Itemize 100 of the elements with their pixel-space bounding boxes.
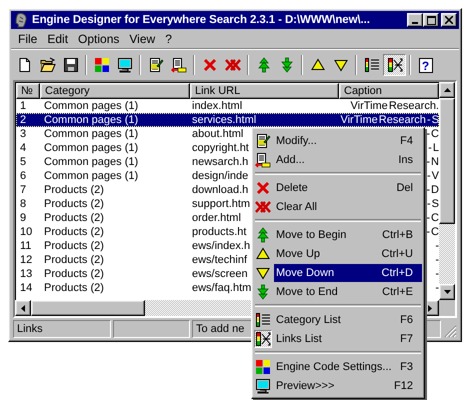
table-cell: ews/faq.htm	[192, 281, 252, 295]
scroll-thumb[interactable]	[439, 98, 455, 224]
table-cell: about.html	[192, 127, 244, 141]
table-cell: Products (2)	[44, 267, 104, 281]
menu-item[interactable]: Delete Del	[274, 178, 422, 196]
menu-item[interactable]: Edit	[42, 32, 74, 46]
table-cell: 3	[20, 127, 26, 141]
menu-item[interactable]: Options	[73, 32, 124, 46]
table-cell: 12	[20, 253, 32, 267]
scroll-down-button[interactable]	[439, 284, 455, 300]
up-triangle-icon	[310, 57, 326, 73]
scrollbar-corner	[439, 300, 455, 316]
menu-item[interactable]: View	[124, 32, 160, 46]
floppy-icon	[62, 57, 78, 73]
column-header[interactable]: №	[16, 83, 40, 99]
scroll-left-button[interactable]	[15, 300, 31, 316]
table-cell: - N	[426, 155, 439, 169]
table-cell: Common pages (1)	[44, 155, 138, 169]
vertical-scrollbar[interactable]	[439, 82, 455, 300]
table-cell: ews/screen	[192, 267, 248, 281]
table-cell: 4	[20, 141, 26, 155]
color-squares-icon	[94, 57, 110, 73]
minimize-button[interactable]	[407, 13, 423, 27]
close-icon	[445, 16, 453, 24]
down-arrow-icon	[444, 290, 450, 294]
table-cell: design/inde	[192, 169, 248, 183]
table-cell: - D	[426, 183, 439, 197]
double-up-arrow-icon	[256, 57, 272, 73]
status-panel: Links	[13, 320, 111, 338]
scroll-up-button[interactable]	[439, 82, 455, 98]
scroll-right-button[interactable]	[427, 300, 439, 316]
table-cell: download.h	[192, 183, 248, 197]
table-cell: products.ht	[192, 225, 246, 239]
left-arrow-icon	[21, 304, 25, 312]
menu-item[interactable]: Move to Begin Ctrl+B	[274, 226, 422, 244]
add-page-icon	[170, 57, 186, 73]
table-cell: ews/techinf	[192, 253, 248, 267]
table-cell: Products (2)	[44, 281, 104, 295]
table-cell: ews/index.h	[192, 239, 250, 253]
menu-item[interactable]: Clear All	[274, 198, 422, 216]
table-cell: Common pages (1)	[44, 141, 138, 155]
up-arrow-icon	[444, 88, 450, 92]
table-cell: 8	[20, 197, 26, 211]
table-cell: Products (2)	[44, 183, 104, 197]
double-cross-icon	[224, 57, 240, 73]
menu-item[interactable]: Engine Code Settings... F3	[274, 358, 422, 376]
table-cell: 2	[20, 113, 26, 127]
column-header[interactable]: Link URL	[190, 83, 339, 99]
maximize-button[interactable]	[423, 13, 439, 27]
window-title: Engine Designer for Everywhere Search 2.3.1 - D:\WWW\new\...	[32, 14, 371, 26]
menu-item[interactable]: Preview>>> F12	[274, 376, 422, 394]
table-cell: order.html	[192, 211, 241, 225]
help-icon: ?	[418, 58, 432, 72]
close-button[interactable]	[441, 13, 457, 27]
table-cell: 6	[20, 169, 26, 183]
monitor-icon	[116, 57, 132, 73]
column-header[interactable]: Category	[40, 83, 190, 99]
table-cell: 10	[20, 225, 32, 239]
table-cell: -	[435, 239, 439, 253]
table-cell: Common pages (1)	[44, 99, 138, 113]
menu-item[interactable]: Move Down Ctrl+D	[274, 264, 422, 282]
table-cell: - V	[426, 169, 439, 183]
table-cell: newsarch.h	[192, 155, 248, 169]
table-cell: Common pages (1)	[44, 169, 138, 183]
menu-item[interactable]: Modify... F4	[274, 132, 422, 150]
links-list-button[interactable]	[383, 54, 406, 76]
menu-item[interactable]: Move Up Ctrl+U	[274, 244, 422, 262]
scroll-thumb[interactable]	[31, 300, 145, 316]
table-cell: Products (2)	[44, 225, 104, 239]
table-cell: 11	[20, 239, 32, 253]
menu-item[interactable]: ?	[160, 32, 177, 46]
menu-item[interactable]: Move to End Ctrl+E	[274, 282, 422, 300]
table-cell: Common pages (1)	[44, 113, 138, 127]
table-cell: - S	[426, 197, 439, 211]
table-cell: Products (2)	[44, 211, 104, 225]
links-icon	[386, 57, 402, 73]
table-cell: -	[435, 253, 439, 267]
cross-icon	[202, 57, 218, 73]
selected-row[interactable]: 2 Common pages (1) services.html VirTime Research - S	[16, 113, 439, 127]
right-arrow-icon	[428, 304, 432, 312]
table-cell: - C	[426, 127, 439, 141]
table-cell: -	[435, 267, 439, 281]
table-cell: 5	[20, 155, 26, 169]
edit-page-icon	[148, 57, 164, 73]
table-cell: VirTime Research.	[350, 99, 439, 113]
menu-item[interactable]: File	[13, 32, 42, 46]
table-cell: Products (2)	[44, 253, 104, 267]
table-cell: index.html	[192, 99, 242, 113]
menu-item[interactable]: Add... Ins	[274, 150, 422, 168]
table-cell: Products (2)	[44, 197, 104, 211]
table-cell: Products (2)	[44, 239, 104, 253]
resize-grip-icon[interactable]	[443, 324, 457, 338]
down-triangle-icon	[332, 57, 348, 73]
table-cell: copyright.ht	[192, 141, 249, 155]
table-cell: Common pages (1)	[44, 127, 138, 141]
table-cell: 13	[20, 267, 32, 281]
double-down-arrow-icon	[278, 57, 294, 73]
column-header[interactable]: Caption	[339, 83, 439, 99]
table-cell: 9	[20, 211, 26, 225]
folder-icon	[40, 57, 56, 73]
